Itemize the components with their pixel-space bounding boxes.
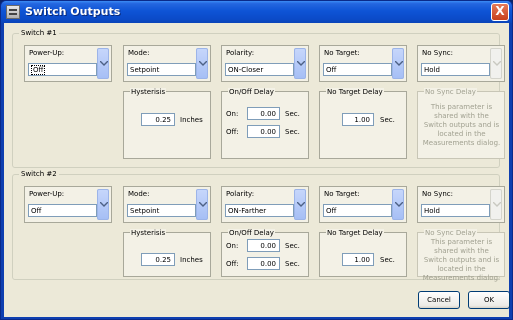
chevron-down-icon[interactable] (294, 189, 306, 220)
box-legend: Hysterisis (130, 88, 167, 96)
no-target-delay-box: No Target Delay 1.00 Sec. (319, 88, 407, 159)
no-sync-delay-box: No Sync Delay This parameter is shared w… (417, 229, 505, 282)
chevron-down-icon[interactable] (196, 189, 208, 220)
dialog-client-area: Switch #1 Power-Up: Off Mode: Setpoint P… (4, 23, 510, 317)
switch-1-group: Switch #1 Power-Up: Off Mode: Setpoint P… (12, 29, 505, 168)
box-legend: No Target Delay (326, 229, 384, 237)
unit-label: Sec. (380, 256, 395, 264)
on-delay-input[interactable]: 0.00 (247, 239, 280, 252)
combo-label: Power-Up: (29, 190, 65, 198)
onoff-delay-box: On/Off Delay On: 0.00 Sec. Off: 0.00 Sec… (221, 229, 309, 277)
chevron-down-icon[interactable] (97, 189, 109, 220)
close-button[interactable]: X (491, 3, 509, 21)
power-up-combo[interactable]: Power-Up: Off (24, 45, 112, 82)
unit-label: Sec. (285, 242, 300, 250)
on-label: On: (226, 110, 239, 118)
unit-label: Sec. (285, 110, 300, 118)
combo-value[interactable]: Off (323, 63, 392, 76)
no-sync-delay-note: This parameter is shared with the Switch… (422, 103, 501, 147)
onoff-delay-box: On/Off Delay On: 0.00 Sec. Off: 0.00 Sec… (221, 88, 309, 159)
combo-value[interactable]: ON-Closer (225, 63, 294, 76)
unit-label: Sec. (380, 116, 395, 124)
window-title: Switch Outputs (25, 5, 121, 18)
no-sync-delay-note: This parameter is shared with the Switch… (422, 238, 501, 282)
app-icon (6, 5, 20, 19)
box-legend: Hysterisis (130, 229, 167, 237)
box-legend: No Sync Delay (424, 88, 477, 96)
chevron-down-icon[interactable] (196, 48, 208, 79)
combo-label: Mode: (128, 49, 150, 57)
box-legend: On/Off Delay (228, 88, 275, 96)
combo-value[interactable]: Off (323, 204, 392, 217)
no-target-delay-box: No Target Delay 1.00 Sec. (319, 229, 407, 277)
unit-label: Inches (180, 256, 203, 264)
chevron-down-icon[interactable] (97, 48, 109, 79)
group-title: Switch #2 (19, 170, 59, 178)
combo-label: Polarity: (226, 49, 255, 57)
combo-label: No Sync: (422, 190, 453, 198)
no-target-combo[interactable]: No Target: Off (319, 45, 407, 82)
combo-label: Polarity: (226, 190, 255, 198)
group-title: Switch #1 (19, 29, 59, 37)
no-target-delay-input[interactable]: 1.00 (342, 253, 374, 266)
no-target-delay-input[interactable]: 1.00 (342, 113, 374, 126)
cancel-button[interactable]: Cancel (418, 291, 460, 309)
polarity-combo[interactable]: Polarity: ON-Farther (221, 186, 309, 223)
box-legend: No Target Delay (326, 88, 384, 96)
off-label: Off: (226, 260, 239, 268)
combo-label: No Target: (324, 49, 360, 57)
combo-value[interactable]: Setpoint (127, 63, 196, 76)
title-bar[interactable]: Switch Outputs X (1, 1, 512, 23)
on-delay-input[interactable]: 0.00 (247, 107, 280, 120)
combo-label: No Sync: (422, 49, 453, 57)
unit-label: Sec. (285, 128, 300, 136)
no-sync-delay-box: No Sync Delay This parameter is shared w… (417, 88, 505, 159)
ok-button[interactable]: OK (468, 291, 510, 309)
mode-combo[interactable]: Mode: Setpoint (123, 45, 211, 82)
combo-value[interactable]: Setpoint (127, 204, 196, 217)
combo-value: Hold (421, 204, 490, 217)
combo-value[interactable]: Off (28, 63, 97, 76)
on-label: On: (226, 242, 239, 250)
off-label: Off: (226, 128, 239, 136)
hysterisis-box: Hysterisis 0.25 Inches (123, 229, 211, 277)
box-legend: On/Off Delay (228, 229, 275, 237)
chevron-down-icon (490, 48, 502, 79)
combo-value[interactable]: ON-Farther (225, 204, 294, 217)
mode-combo[interactable]: Mode: Setpoint (123, 186, 211, 223)
chevron-down-icon (490, 189, 502, 220)
switch-outputs-dialog: Switch Outputs X Switch #1 Power-Up: Off… (0, 0, 513, 320)
chevron-down-icon[interactable] (392, 189, 404, 220)
box-legend: No Sync Delay (424, 229, 477, 237)
combo-value[interactable]: Off (28, 204, 97, 217)
combo-label: Mode: (128, 190, 150, 198)
chevron-down-icon[interactable] (294, 48, 306, 79)
no-target-combo[interactable]: No Target: Off (319, 186, 407, 223)
combo-label: No Target: (324, 190, 360, 198)
chevron-down-icon[interactable] (392, 48, 404, 79)
hysterisis-input[interactable]: 0.25 (141, 253, 175, 266)
off-delay-input[interactable]: 0.00 (247, 125, 280, 138)
no-sync-combo: No Sync: Hold (417, 45, 505, 82)
combo-label: Power-Up: (29, 49, 65, 57)
hysterisis-input[interactable]: 0.25 (141, 113, 175, 126)
combo-value: Hold (421, 63, 490, 76)
polarity-combo[interactable]: Polarity: ON-Closer (221, 45, 309, 82)
no-sync-combo: No Sync: Hold (417, 186, 505, 223)
switch-2-group: Switch #2 Power-Up: Off Mode: Setpoint P… (12, 170, 505, 282)
power-up-combo[interactable]: Power-Up: Off (24, 186, 112, 223)
unit-label: Sec. (285, 260, 300, 268)
hysterisis-box: Hysterisis 0.25 Inches (123, 88, 211, 159)
unit-label: Inches (180, 116, 203, 124)
off-delay-input[interactable]: 0.00 (247, 257, 280, 270)
